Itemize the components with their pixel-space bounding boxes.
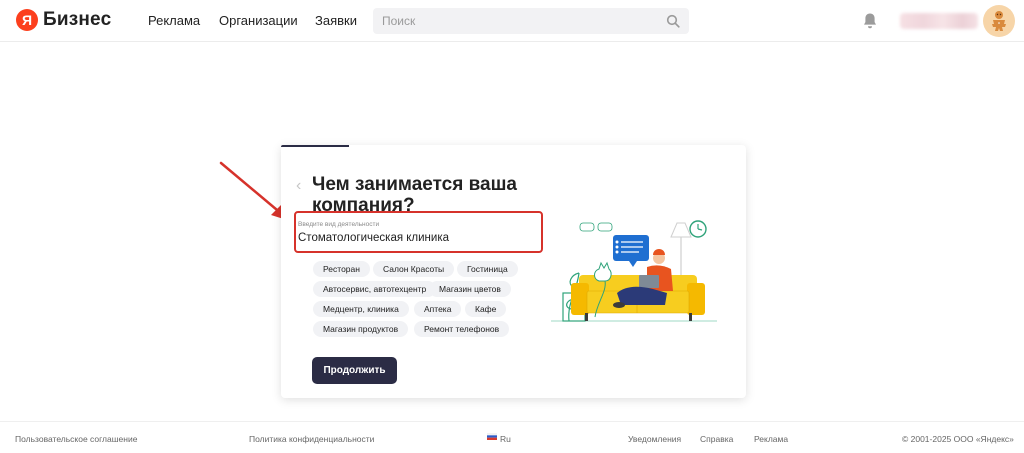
footer-link-help[interactable]: Справка — [700, 434, 733, 444]
nav-item-organizations[interactable]: Организации — [219, 13, 298, 28]
back-arrow-icon[interactable]: ‹ — [296, 177, 301, 195]
yandex-logo-icon: Я — [16, 9, 38, 31]
activity-input-value[interactable]: Стоматологическая клиника — [298, 232, 449, 244]
russia-flag-icon — [487, 433, 497, 440]
onboarding-card: ‹ Чем занимается ваша компания? Введите … — [281, 145, 746, 398]
search-box — [373, 8, 689, 34]
gingerbread-avatar-icon — [992, 11, 1006, 31]
activity-input-label: Введите вид деятельности — [298, 221, 380, 228]
progress-indicator — [281, 145, 349, 147]
chip-auto-service[interactable]: Автосервис, автотехцентр — [313, 281, 437, 297]
chip-grocery-store[interactable]: Магазин продуктов — [313, 321, 409, 337]
chip-phone-repair[interactable]: Ремонт телефонов — [414, 321, 510, 337]
search-icon[interactable] — [666, 14, 680, 28]
continue-button[interactable]: Продолжить — [312, 357, 397, 384]
chip-medical-center[interactable]: Медцентр, клиника — [313, 301, 409, 317]
user-name-blurred[interactable] — [900, 13, 978, 29]
chip-pharmacy[interactable]: Аптека — [414, 301, 462, 317]
chip-cafe[interactable]: Кафе — [465, 301, 507, 317]
footer-link-terms[interactable]: Пользовательское соглашение — [15, 434, 137, 444]
footer-copyright: © 2001-2025 ООО «Яндекс» — [902, 434, 1014, 444]
footer-link-notifications[interactable]: Уведомления — [628, 434, 681, 444]
nav-item-ads[interactable]: Реклама — [148, 13, 200, 28]
search-input[interactable] — [373, 8, 653, 34]
card-title: Чем занимается ваша компания? — [312, 174, 517, 216]
nav-item-requests[interactable]: Заявки — [315, 13, 357, 28]
yandex-business-logo[interactable]: Я Бизнес — [16, 9, 111, 31]
footer-link-privacy[interactable]: Политика конфиденциальности — [249, 434, 374, 444]
footer-language-switcher[interactable]: Ru — [500, 434, 511, 444]
chip-beauty-salon[interactable]: Салон Красоты — [373, 261, 455, 277]
logo-text: Бизнес — [43, 9, 112, 30]
user-avatar[interactable] — [983, 5, 1015, 37]
notifications-bell-icon[interactable] — [862, 12, 878, 30]
chip-hotel[interactable]: Гостиница — [457, 261, 518, 277]
chip-flower-shop[interactable]: Магазин цветов — [429, 281, 511, 297]
top-header: Я Бизнес Реклама Организации Заявки — [0, 0, 1024, 42]
footer-link-ads[interactable]: Реклама — [754, 434, 788, 444]
page-footer: Пользовательское соглашение Политика кон… — [0, 421, 1024, 453]
person-on-sofa-illustration — [551, 220, 717, 322]
chip-restaurant[interactable]: Ресторан — [313, 261, 370, 277]
